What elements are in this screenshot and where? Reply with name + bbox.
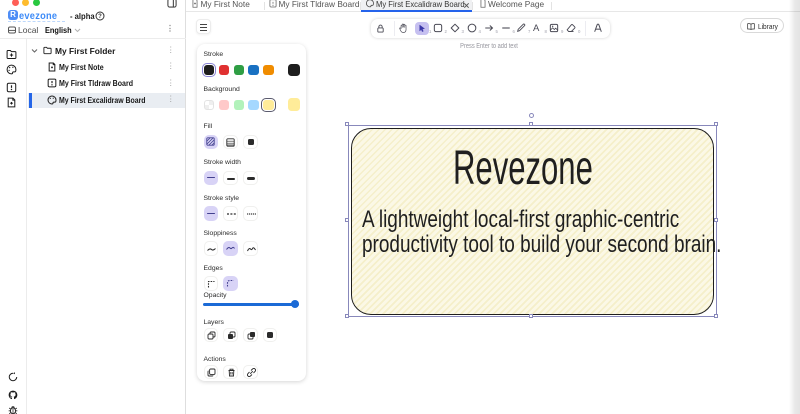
svg-text:?: ?	[98, 14, 102, 20]
